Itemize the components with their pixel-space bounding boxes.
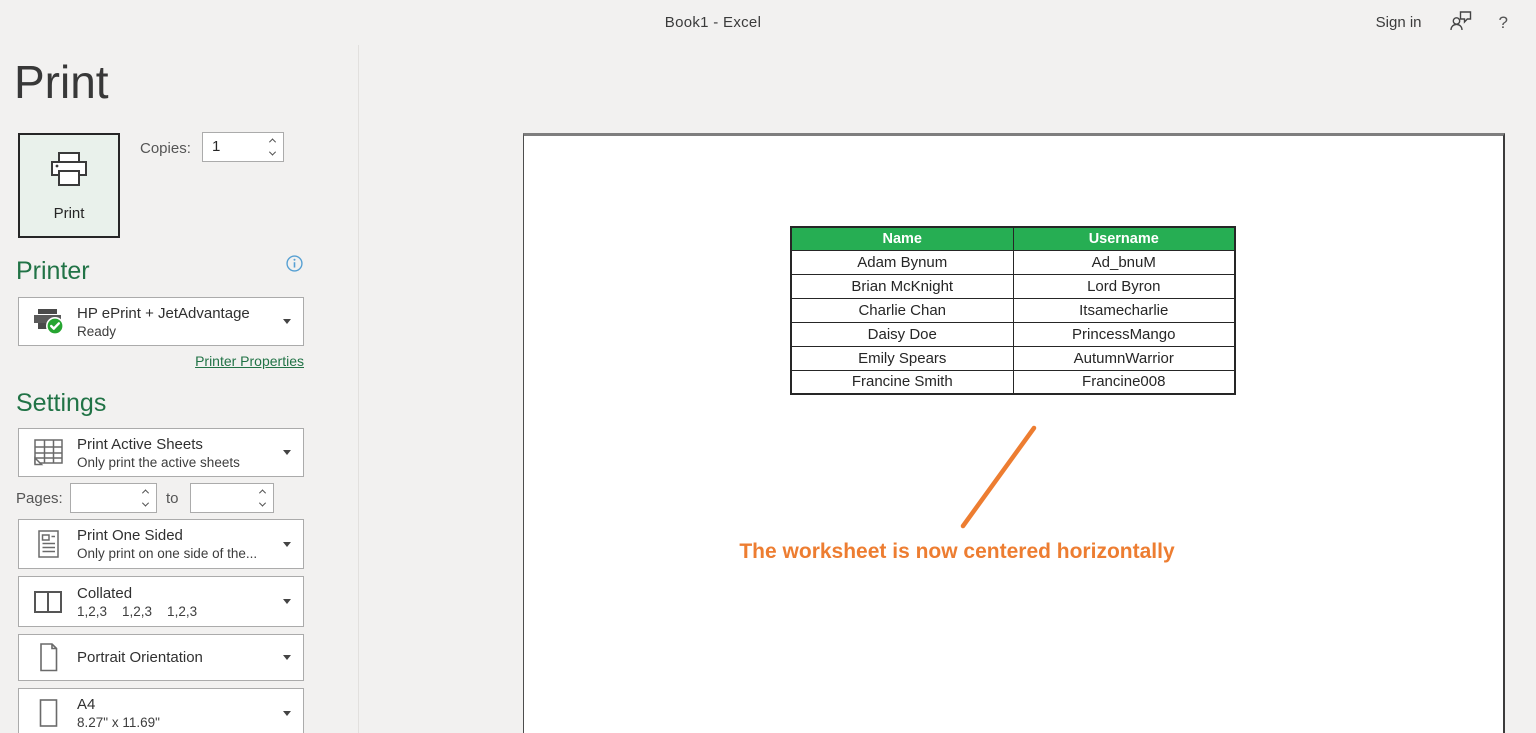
one-sided-page-icon — [19, 529, 77, 560]
pages-from-value — [71, 484, 134, 512]
pages-to-input[interactable] — [190, 483, 274, 513]
print-settings-panel: Print Print Copies: 1 Printer — [0, 45, 358, 733]
sides-label: Print One Sided — [77, 527, 277, 544]
table-header-cell: Name — [791, 227, 1013, 250]
paper-page-icon — [19, 698, 77, 729]
print-what-label: Print Active Sheets — [77, 436, 277, 453]
collation-label: Collated — [77, 585, 277, 602]
print-what-select[interactable]: Print Active Sheets Only print the activ… — [18, 428, 304, 477]
printer-status-icon — [19, 307, 77, 337]
chevron-down-icon — [283, 319, 291, 324]
orientation-label: Portrait Orientation — [77, 649, 277, 666]
table-cell: Itsamecharlie — [1013, 298, 1235, 322]
chevron-up-icon — [268, 138, 275, 145]
chevron-down-icon — [283, 655, 291, 660]
worksheet-table: Name Username Adam Bynum Ad_bnuM Brian M… — [790, 226, 1236, 395]
table-cell: Emily Spears — [791, 346, 1013, 370]
orientation-select[interactable]: Portrait Orientation — [18, 634, 304, 681]
copies-input[interactable]: 1 — [202, 132, 284, 162]
feedback-person-icon[interactable] — [1448, 10, 1473, 36]
help-icon[interactable]: ? — [1499, 13, 1508, 33]
chevron-down-icon — [141, 500, 148, 507]
table-header-row: Name Username — [791, 227, 1235, 250]
copies-decrement-button[interactable] — [265, 150, 279, 158]
pages-from-increment-button[interactable] — [138, 488, 152, 496]
printer-name: HP ePrint + JetAdvantage — [77, 305, 277, 322]
collated-pages-icon — [19, 589, 77, 615]
printer-icon — [47, 150, 91, 195]
chevron-down-icon — [268, 149, 275, 156]
copies-label: Copies: — [140, 140, 191, 157]
table-cell: Francine008 — [1013, 370, 1235, 394]
annotation-text: The worksheet is now centered horizontal… — [707, 540, 1207, 564]
pages-from-input[interactable] — [70, 483, 157, 513]
title-bar: Book1 - Excel Sign in ? — [0, 0, 1536, 45]
pages-to-decrement-button[interactable] — [255, 501, 269, 509]
active-sheets-icon — [19, 438, 77, 467]
table-header-cell: Username — [1013, 227, 1235, 250]
settings-section-heading: Settings — [16, 389, 106, 418]
table-row: Adam Bynum Ad_bnuM — [791, 250, 1235, 274]
page-title: Print — [14, 55, 109, 109]
paper-size-label: A4 — [77, 696, 277, 713]
pages-label: Pages: — [16, 490, 63, 507]
panel-divider — [358, 45, 359, 733]
pages-to-increment-button[interactable] — [255, 488, 269, 496]
copies-value: 1 — [203, 133, 261, 161]
copies-increment-button[interactable] — [265, 137, 279, 145]
sides-select[interactable]: Print One Sided Only print on one side o… — [18, 519, 304, 569]
printer-status: Ready — [77, 324, 277, 339]
table-row: Charlie Chan Itsamecharlie — [791, 298, 1235, 322]
collation-description: 1,2,3 1,2,3 1,2,3 — [77, 604, 277, 619]
print-button-label: Print — [54, 205, 85, 222]
info-icon[interactable] — [286, 255, 303, 272]
paper-size-description: 8.27" x 11.69" — [77, 715, 277, 730]
chevron-down-icon — [283, 599, 291, 604]
chevron-up-icon — [258, 489, 265, 496]
chevron-down-icon — [258, 500, 265, 507]
pages-from-decrement-button[interactable] — [138, 501, 152, 509]
printer-properties-link[interactable]: Printer Properties — [195, 353, 304, 369]
collation-select[interactable]: Collated 1,2,3 1,2,3 1,2,3 — [18, 576, 304, 627]
table-row: Brian McKnight Lord Byron — [791, 274, 1235, 298]
table-cell: Brian McKnight — [791, 274, 1013, 298]
pages-to-label: to — [166, 490, 179, 507]
table-cell: Daisy Doe — [791, 322, 1013, 346]
paper-size-select[interactable]: A4 8.27" x 11.69" — [18, 688, 304, 733]
table-cell: AutumnWarrior — [1013, 346, 1235, 370]
portrait-page-icon — [19, 642, 77, 673]
printer-section-heading: Printer — [16, 257, 90, 286]
table-row: Daisy Doe PrincessMango — [791, 322, 1235, 346]
chevron-down-icon — [283, 450, 291, 455]
table-row: Francine Smith Francine008 — [791, 370, 1235, 394]
print-button[interactable]: Print — [18, 133, 120, 238]
table-cell: Lord Byron — [1013, 274, 1235, 298]
table-cell: Francine Smith — [791, 370, 1013, 394]
pages-to-value — [191, 484, 251, 512]
printer-select[interactable]: HP ePrint + JetAdvantage Ready — [18, 297, 304, 346]
sign-in-button[interactable]: Sign in — [1376, 14, 1422, 31]
table-cell: Charlie Chan — [791, 298, 1013, 322]
pages-range-row: Pages: to — [0, 483, 320, 514]
table-cell: Ad_bnuM — [1013, 250, 1235, 274]
print-what-description: Only print the active sheets — [77, 455, 277, 470]
chevron-down-icon — [283, 542, 291, 547]
table-cell: PrincessMango — [1013, 322, 1235, 346]
print-preview-page: Name Username Adam Bynum Ad_bnuM Brian M… — [523, 133, 1505, 733]
table-cell: Adam Bynum — [791, 250, 1013, 274]
chevron-up-icon — [141, 489, 148, 496]
window-title: Book1 - Excel — [0, 0, 1426, 45]
chevron-down-icon — [283, 711, 291, 716]
sides-description: Only print on one side of the... — [77, 546, 277, 561]
table-row: Emily Spears AutumnWarrior — [791, 346, 1235, 370]
